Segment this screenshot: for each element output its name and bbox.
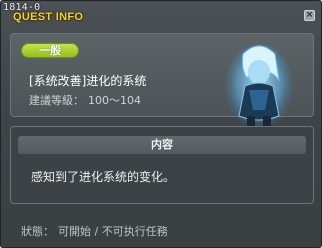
title-bar[interactable]: QUEST INFO xyxy=(2,10,322,26)
recommended-level: 建議等級： 100～104 xyxy=(29,92,145,108)
quest-status: 狀態： 可開始 / 不可执行任務 xyxy=(21,223,172,239)
quest-content-panel: 内容 感知到了进化系统的变化。 xyxy=(10,126,314,204)
level-range: 100～104 xyxy=(88,94,141,107)
npc-portrait xyxy=(225,44,293,132)
level-label: 建議等級： xyxy=(29,94,84,107)
window-title: QUEST INFO xyxy=(13,11,84,23)
status-value: 可開始 / 不可执行任務 xyxy=(58,225,168,238)
quest-category-badge: 一般 xyxy=(21,43,79,58)
close-button[interactable]: × xyxy=(304,10,315,21)
status-label: 狀態： xyxy=(21,225,54,238)
quest-summary-panel: 一般 [系统改善]进化的系统 建議等級： 100～104 xyxy=(10,33,314,132)
content-text: 感知到了进化系统的变化。 xyxy=(31,170,176,184)
content-header: 内容 xyxy=(18,136,306,154)
quest-info-window: 1814-0 QUEST INFO × 一般 [系统改善]进化的系统 建議等級：… xyxy=(0,0,322,248)
quest-name: [系统改善]进化的系统 xyxy=(29,74,147,88)
